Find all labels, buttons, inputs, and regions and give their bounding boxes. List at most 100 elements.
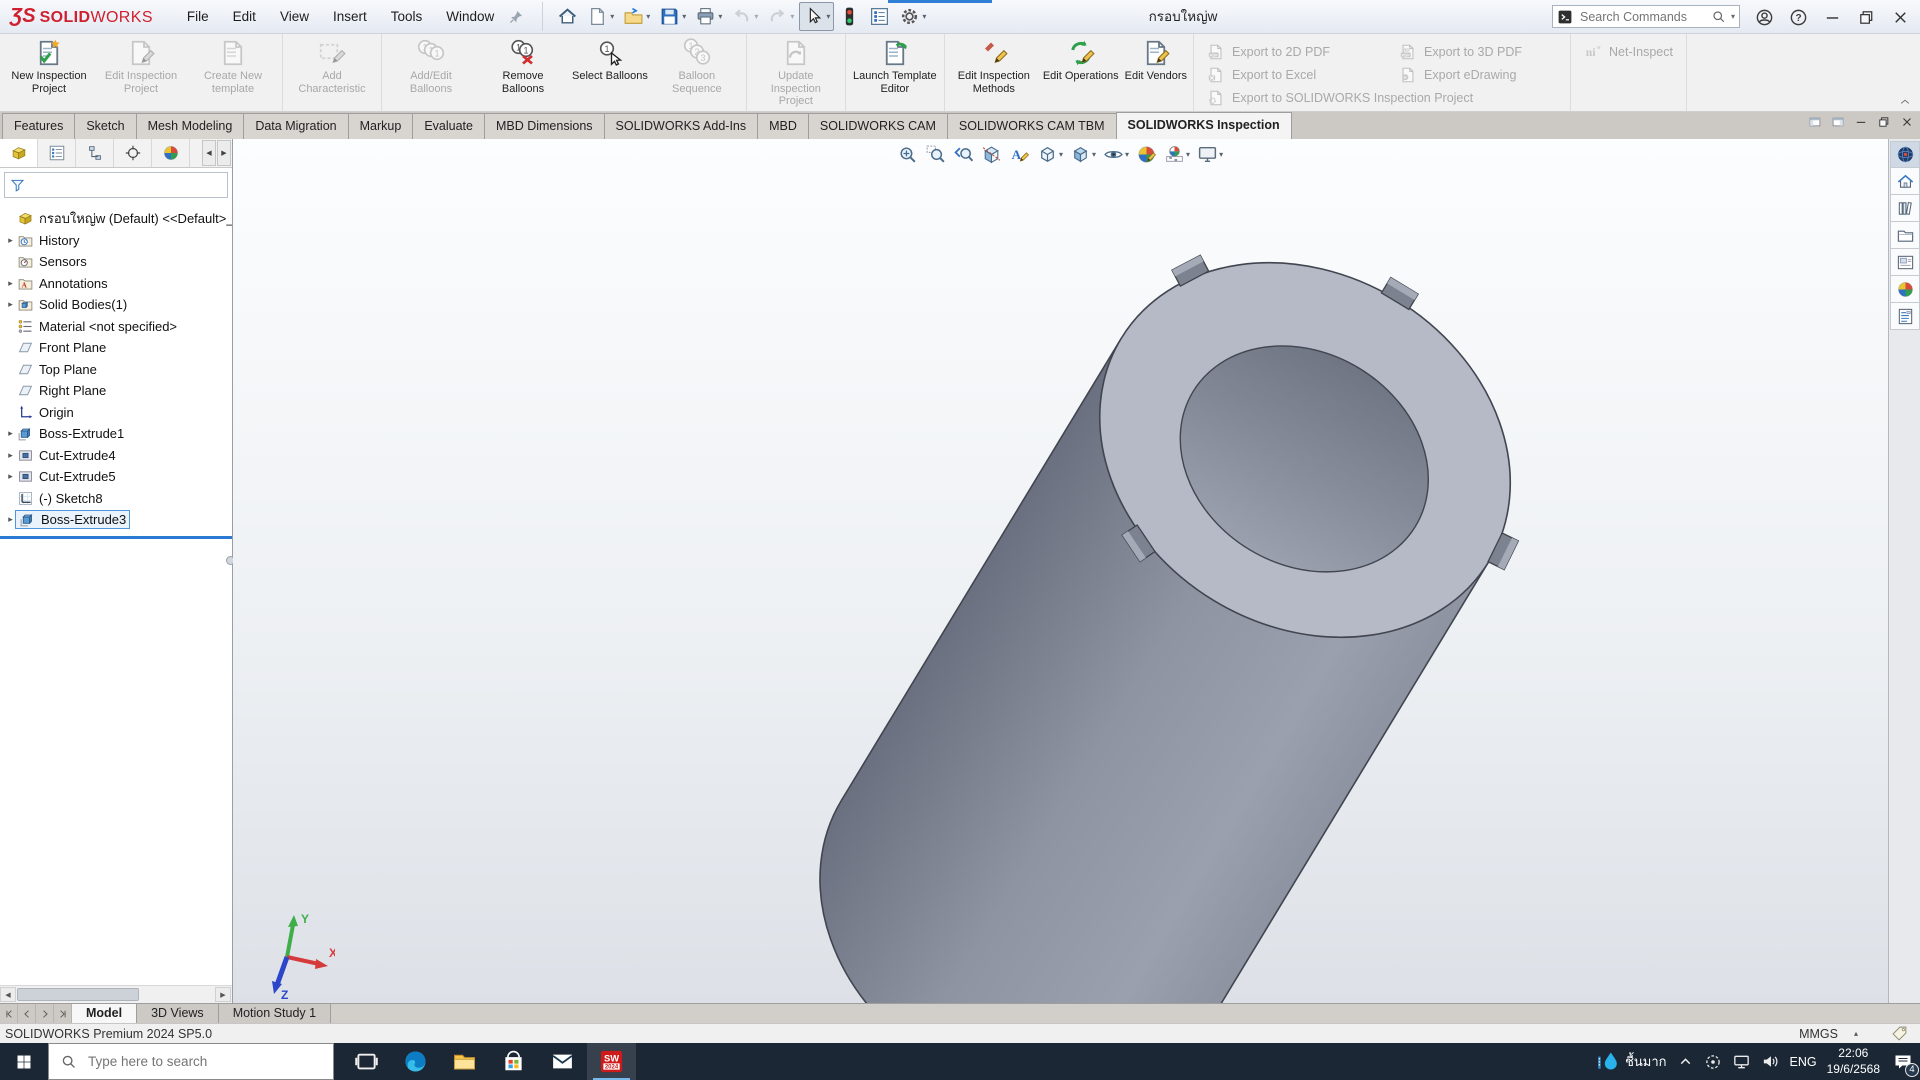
panel-horizontal-scrollbar[interactable]: ◀ ▶ [0, 985, 232, 1003]
display-style-button[interactable]: ▾ [1068, 142, 1098, 167]
menu-edit[interactable]: Edit [221, 0, 268, 33]
view-settings-button[interactable]: ▾ [1195, 142, 1225, 167]
doc-restore-button[interactable] [1877, 115, 1891, 129]
design-library-tab[interactable] [1890, 195, 1920, 222]
expand-arrow-icon[interactable]: ▸ [4, 428, 17, 439]
dimxpertmanager-tab[interactable] [114, 139, 152, 167]
options-button[interactable]: ▾ [895, 2, 930, 31]
tab-sketch[interactable]: Sketch [74, 113, 136, 139]
edit-inspection-project-button[interactable]: Edit Inspection Project [95, 35, 187, 95]
tab-mbd[interactable]: MBD [757, 113, 809, 139]
edit-operations-button[interactable]: Edit Operations [1040, 35, 1122, 83]
home-tab[interactable] [1890, 168, 1920, 195]
units-selector[interactable]: MMGS ▴ [1799, 1027, 1858, 1041]
file-properties-button[interactable] [865, 2, 894, 31]
pin-icon[interactable] [508, 9, 524, 25]
rollback-bar[interactable] [0, 536, 232, 539]
language-indicator[interactable]: ENG [1790, 1055, 1817, 1069]
zoom-to-area-button[interactable] [923, 142, 948, 167]
tab-evaluate[interactable]: Evaluate [412, 113, 485, 139]
tab-solidworks-cam-tbm[interactable]: SOLIDWORKS CAM TBM [947, 113, 1117, 139]
tree-filter-box[interactable] [4, 172, 228, 198]
redo-button[interactable]: ▾ [763, 2, 798, 31]
doc-tab-3d-views[interactable]: 3D Views [137, 1004, 219, 1023]
launch-template-editor-button[interactable]: Launch Template Editor [849, 35, 941, 95]
featuremanager-tab[interactable] [0, 139, 38, 167]
update-inspection-project-button[interactable]: Update Inspection Project [750, 35, 842, 108]
dropdown-caret-icon[interactable]: ▾ [718, 12, 722, 21]
expand-arrow-icon[interactable]: ▸ [4, 471, 17, 482]
view-palette-tab[interactable] [1890, 249, 1920, 276]
dropdown-caret-icon[interactable]: ▾ [754, 12, 758, 21]
taskbar-search-box[interactable] [48, 1043, 334, 1080]
traffic-light-button[interactable] [835, 2, 864, 31]
tree-item-cut-extrude5[interactable]: ▸Cut-Extrude5 [0, 466, 232, 488]
add-edit-balloons-button[interactable]: 111Add/Edit Balloons [385, 35, 477, 95]
add-characteristic-button[interactable]: Add Characteristic [286, 35, 378, 95]
undo-button[interactable]: ▾ [727, 2, 762, 31]
new-inspection-project-button[interactable]: New Inspection Project [3, 35, 95, 95]
model-3d-cylinder[interactable] [233, 139, 1888, 1003]
hide-show-items-button[interactable]: ▾ [1101, 142, 1131, 167]
previous-window-button[interactable] [1808, 115, 1822, 129]
balloon-sequence-button[interactable]: 123Balloon Sequence [651, 35, 743, 95]
dropdown-caret-icon[interactable]: ▾ [610, 12, 614, 21]
meet-now-icon[interactable] [1704, 1053, 1722, 1071]
weather-label[interactable]: ชื้นมาก [1625, 1051, 1666, 1072]
export-edrawing-button[interactable]: eExport eDrawing [1399, 66, 1557, 83]
start-button[interactable] [0, 1043, 48, 1080]
appearances-scenes-tab[interactable] [1890, 276, 1920, 303]
store-button[interactable] [489, 1043, 538, 1080]
expand-arrow-icon[interactable]: ▸ [4, 450, 17, 461]
task-view-button[interactable] [342, 1043, 391, 1080]
tab-solidworks-inspection[interactable]: SOLIDWORKS Inspection [1116, 112, 1292, 139]
apply-scene-button[interactable]: ▾ [1162, 142, 1192, 167]
network-icon[interactable] [1732, 1052, 1751, 1071]
tree-item-material-not-specified[interactable]: Material <not specified> [0, 316, 232, 338]
doc-minimize-button[interactable] [1854, 115, 1868, 129]
search-icon[interactable] [1711, 9, 1726, 24]
tabs-scroll-left-icon[interactable]: ◀ [202, 140, 216, 166]
tree-root-item[interactable]: กรอบใหญ่w (Default) <<Default>_Displ [0, 208, 232, 230]
first-tab-button[interactable] [0, 1004, 18, 1023]
menu-view[interactable]: View [268, 0, 321, 33]
tabs-scroll-right-icon[interactable]: ▶ [217, 140, 231, 166]
tree-item-boss-extrude3[interactable]: ▸Boss-Extrude3 [0, 509, 232, 531]
save-button[interactable]: ▾ [655, 2, 690, 31]
edit-appearance-button[interactable] [1134, 142, 1159, 167]
tab-data-migration[interactable]: Data Migration [243, 113, 348, 139]
expand-arrow-icon[interactable]: ▸ [4, 235, 17, 246]
tree-item-annotations[interactable]: ▸AAnnotations [0, 273, 232, 295]
create-new-template-button[interactable]: Create New template [187, 35, 279, 95]
annotation-views-button[interactable]: A [1007, 142, 1032, 167]
export-to-solidworks-inspection-project-button[interactable]: Export to SOLIDWORKS Inspection Project [1207, 89, 1365, 106]
home-button[interactable] [553, 2, 582, 31]
tree-item-sketch8[interactable]: (-) Sketch8 [0, 488, 232, 510]
export-to-2d-pdf-button[interactable]: PDFExport to 2D PDF [1207, 43, 1365, 60]
edit-inspection-methods-button[interactable]: Edit Inspection Methods [948, 35, 1040, 95]
file-explorer-tab[interactable] [1890, 222, 1920, 249]
new-document-button[interactable]: ▾ [583, 2, 618, 31]
next-window-button[interactable] [1831, 115, 1845, 129]
tab-solidworks-cam[interactable]: SOLIDWORKS CAM [808, 113, 948, 139]
scroll-right-icon[interactable]: ▶ [215, 987, 231, 1002]
expand-arrow-icon[interactable]: ▸ [4, 278, 17, 289]
view-orientation-button[interactable]: ▾ [1035, 142, 1065, 167]
tree-item-sensors[interactable]: Sensors [0, 251, 232, 273]
dropdown-caret-icon[interactable]: ▾ [790, 12, 794, 21]
hidden-icons-chevron-icon[interactable] [1677, 1053, 1694, 1070]
edge-button[interactable] [391, 1043, 440, 1080]
dropdown-caret-icon[interactable]: ▾ [1186, 150, 1190, 159]
menu-tools[interactable]: Tools [379, 0, 435, 33]
tree-item-front-plane[interactable]: Front Plane [0, 337, 232, 359]
doc-tab-model[interactable]: Model [72, 1004, 137, 1023]
open-button[interactable]: ▾ [619, 2, 654, 31]
custom-properties-tab[interactable] [1890, 303, 1920, 330]
print-button[interactable]: ▾ [691, 2, 726, 31]
dropdown-caret-icon[interactable]: ▾ [1059, 150, 1063, 159]
graphics-viewport[interactable]: A▾▾▾▾▾ Y X Z [233, 139, 1888, 1003]
menu-window[interactable]: Window [434, 0, 506, 33]
export-to-excel-button[interactable]: Export to Excel [1207, 66, 1365, 83]
remove-balloons-button[interactable]: 11Remove Balloons [477, 35, 569, 95]
section-view-button[interactable] [979, 142, 1004, 167]
